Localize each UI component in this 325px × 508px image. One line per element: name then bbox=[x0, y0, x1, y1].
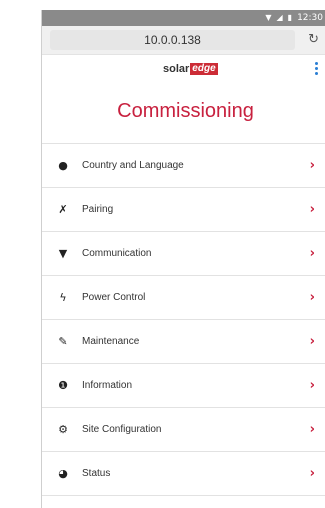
chevron-right-icon: › bbox=[309, 246, 315, 261]
menu-item-label: Site Configuration bbox=[82, 424, 162, 435]
lightning-icon: ϟ bbox=[59, 291, 67, 304]
status-bar: ▼ ◢ ▮ 12:30 bbox=[42, 10, 325, 26]
chevron-right-icon: › bbox=[309, 158, 315, 173]
gears-icon: ⚙ bbox=[58, 423, 68, 436]
menu-item-site-configuration[interactable]: ⚙ Site Configuration › bbox=[42, 408, 325, 452]
signal-icon: ◢ bbox=[276, 13, 283, 22]
tachometer-icon: ◕ bbox=[58, 467, 68, 480]
wrench-icon: ✎ bbox=[58, 335, 68, 348]
pairing-icon: ✗ bbox=[58, 203, 68, 216]
logo-suffix: edge bbox=[190, 63, 218, 75]
menu-item-label: Communication bbox=[82, 248, 152, 259]
menu-item-maintenance[interactable]: ✎ Maintenance › bbox=[42, 320, 325, 364]
kebab-menu-icon[interactable] bbox=[315, 62, 319, 75]
chevron-right-icon: › bbox=[309, 202, 315, 217]
url-field[interactable]: 10.0.0.138 bbox=[50, 30, 295, 50]
menu-item-label: Information bbox=[82, 380, 133, 391]
menu-item-power-control[interactable]: ϟ Power Control › bbox=[42, 276, 325, 320]
commissioning-menu: ● Country and Language › ✗ Pairing › ▼ C… bbox=[42, 143, 325, 496]
menu-item-communication[interactable]: ▼ Communication › bbox=[42, 232, 325, 276]
browser-address-bar: 10.0.0.138 ↻ bbox=[42, 26, 325, 55]
brand-header: solar edge bbox=[42, 55, 325, 85]
menu-item-label: Country and Language bbox=[82, 160, 184, 171]
wifi-icon: ▼ bbox=[265, 13, 272, 22]
solaredge-logo: solar edge bbox=[163, 63, 218, 75]
battery-icon: ▮ bbox=[287, 13, 293, 22]
chevron-right-icon: › bbox=[309, 334, 315, 349]
info-icon: ❶ bbox=[58, 379, 68, 392]
menu-item-pairing[interactable]: ✗ Pairing › bbox=[42, 188, 325, 232]
chevron-right-icon: › bbox=[309, 290, 315, 305]
url-text: 10.0.0.138 bbox=[144, 33, 201, 47]
menu-item-information[interactable]: ❶ Information › bbox=[42, 364, 325, 408]
reload-icon[interactable]: ↻ bbox=[308, 32, 319, 47]
wifi-icon: ▼ bbox=[58, 247, 68, 260]
menu-item-label: Status bbox=[82, 468, 111, 479]
menu-item-label: Power Control bbox=[82, 292, 146, 303]
status-time: 12:30 bbox=[297, 13, 323, 23]
logo-prefix: solar bbox=[163, 63, 190, 75]
globe-icon: ● bbox=[58, 159, 68, 172]
menu-item-label: Maintenance bbox=[82, 336, 140, 347]
chevron-right-icon: › bbox=[309, 422, 315, 437]
chevron-right-icon: › bbox=[309, 466, 315, 481]
phone-screen: ▼ ◢ ▮ 12:30 10.0.0.138 ↻ solar edge Comm… bbox=[41, 10, 325, 508]
menu-item-status[interactable]: ◕ Status › bbox=[42, 452, 325, 496]
menu-item-label: Pairing bbox=[82, 204, 114, 215]
chevron-right-icon: › bbox=[309, 378, 315, 393]
menu-item-country-and-language[interactable]: ● Country and Language › bbox=[42, 144, 325, 188]
page-title: Commissioning bbox=[117, 100, 254, 122]
